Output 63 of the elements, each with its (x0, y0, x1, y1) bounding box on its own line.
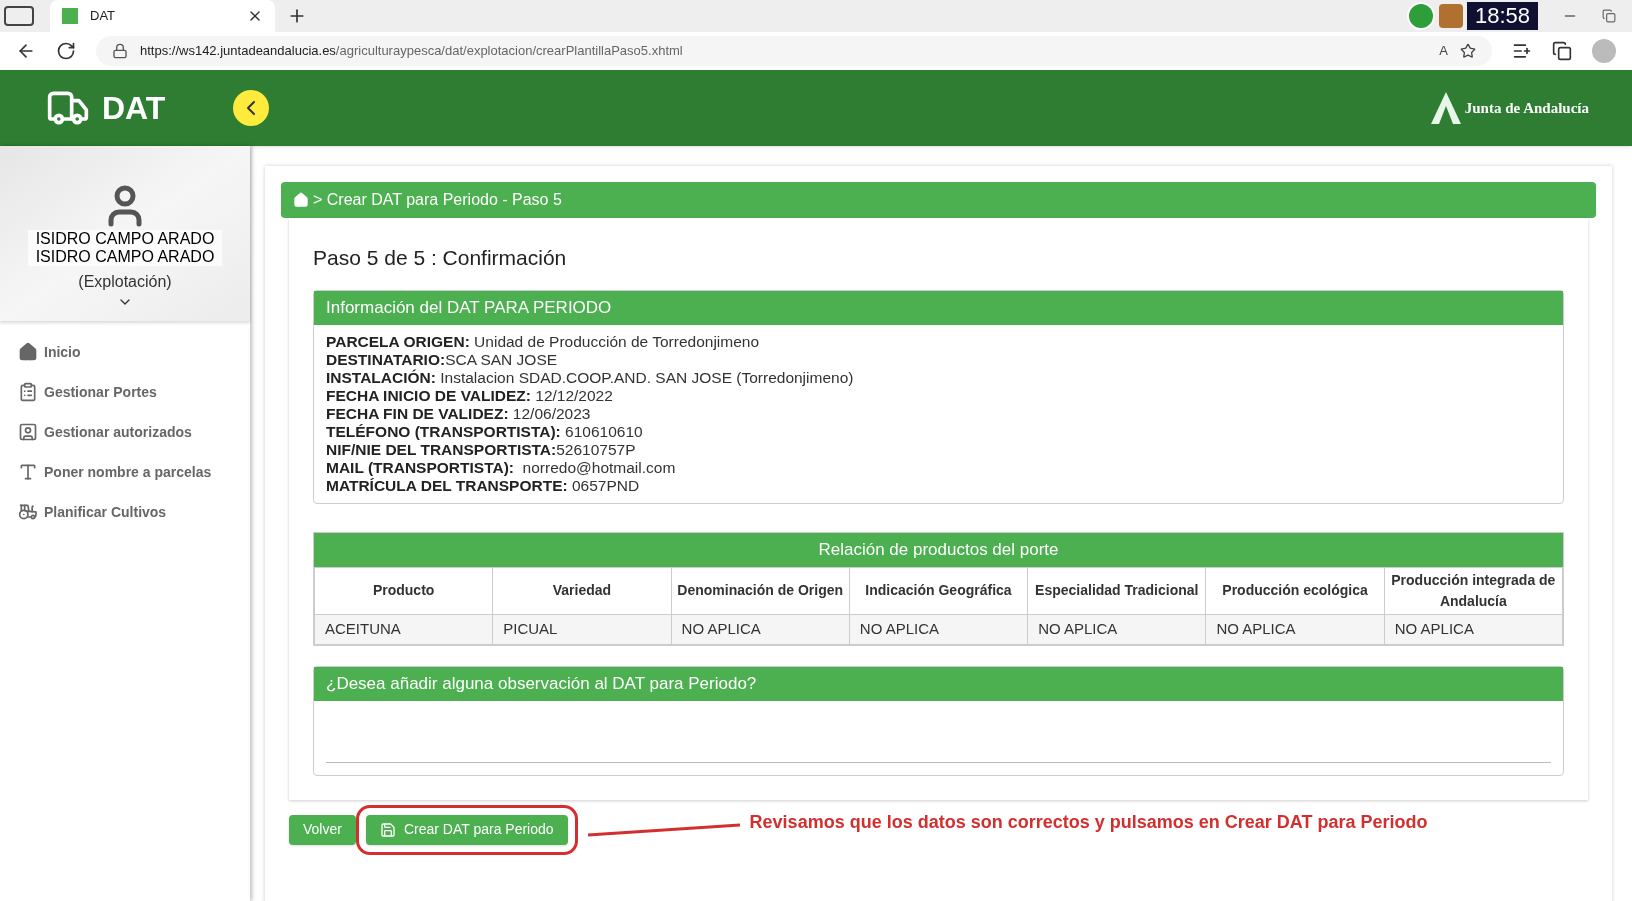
column-header: Producto (314, 567, 493, 614)
brand-name: Junta de Andalucía (1464, 98, 1589, 118)
browser-tab[interactable]: DAT (50, 0, 275, 32)
nav-item[interactable]: Poner nombre a parcelas (18, 461, 250, 483)
sidebar-toggle-icon[interactable] (4, 6, 34, 26)
table-cell: PICUAL (492, 614, 672, 644)
tractor-icon (18, 502, 38, 522)
app-name: DAT (102, 89, 166, 128)
nav-item[interactable]: Gestionar autorizados (18, 421, 250, 443)
info-line: INSTALACIÓN: Instalacion SDAD.COOP.AND. SAN JOSE (Torredonjimeno) (326, 368, 855, 387)
address-field[interactable]: https://ws142.juntadeandalucia.es/agriculturaypesca/dat/explotacion/crearPlantillaPaso5.xhtml A (96, 36, 1492, 66)
user-name: ISIDRO CAMPO ARADO (27, 230, 223, 248)
user-card-icon (18, 422, 38, 442)
url-text: https://ws142.juntadeandalucia.es/agriculturaypesca/dat/explotacion/crearPlantillaPaso5.xhtml (140, 42, 683, 61)
lock-icon (112, 43, 128, 59)
nav-item[interactable]: Planificar Cultivos (18, 501, 250, 523)
info-line: PARCELA ORIGEN: Unidad de Producción de Torredonjimeno (326, 332, 761, 351)
column-header: Denominación de Origen (671, 567, 850, 614)
nav-item[interactable]: Inicio (18, 341, 250, 363)
observation-input-field[interactable] (326, 760, 1551, 763)
panel-header: Relación de productos del porte (314, 532, 1563, 567)
brand-logo-icon (1430, 92, 1461, 124)
home-icon[interactable] (293, 192, 309, 208)
info-line: NIF/NIE DEL TRANSPORTISTA:52610757P (326, 440, 637, 459)
restore-icon[interactable] (1602, 9, 1616, 23)
favorites-icon[interactable] (1512, 41, 1532, 61)
info-line: FECHA INICIO DE VALIDEZ: 12/12/2022 (326, 386, 614, 405)
panel-header: ¿Desea añadir alguna observación al DAT para Periodo? (314, 666, 1563, 701)
info-line: FECHA FIN DE VALIDEZ: 12/06/2023 (326, 404, 592, 423)
home-icon (18, 342, 38, 362)
table-cell: NO APLICA (1205, 614, 1385, 644)
table-cell: ACEITUNA (314, 614, 493, 644)
favicon-icon (62, 8, 78, 24)
column-header: Variedad (492, 567, 672, 614)
collections-icon[interactable] (1552, 41, 1572, 61)
column-header: Producción integrada de Andalucía (1384, 567, 1563, 614)
info-line: DESTINATARIO:SCA SAN JOSE (326, 350, 559, 369)
info-line: MATRÍCULA DEL TRANSPORTE: 0657PND (326, 476, 641, 495)
table-cell: NO APLICA (1384, 614, 1563, 644)
clock-display: 18:58 (1466, 2, 1538, 30)
column-header: Especialidad Tradicional (1027, 567, 1206, 614)
read-aloud-icon[interactable]: A (1439, 41, 1448, 61)
tab-title: DAT (90, 7, 117, 26)
favorite-icon[interactable] (1460, 43, 1476, 59)
nav-item[interactable]: Gestionar Portes (18, 381, 250, 403)
info-line: MAIL (TRANSPORTISTA): norredo@hotmail.com (326, 458, 677, 476)
breadcrumb-text: > Crear DAT para Periodo - Paso 5 (313, 190, 562, 210)
column-header: Producción ecológica (1205, 567, 1385, 614)
annotation-text: Revisamos que los datos son correctos y pulsamos en Crear DAT para Periodo (749, 811, 1428, 834)
clipboard-icon (18, 382, 38, 402)
table-cell: NO APLICA (849, 614, 1028, 644)
table-cell: NO APLICA (671, 614, 850, 644)
user-name: ISIDRO CAMPO ARADO (27, 248, 223, 266)
save-icon (379, 821, 396, 838)
info-line: TELÉFONO (TRANSPORTISTA): 610610610 (326, 422, 644, 441)
user-role: (Explotación) (78, 272, 172, 292)
collapse-sidebar-button[interactable] (233, 90, 269, 126)
step-title: Paso 5 de 5 : Confirmación (313, 245, 568, 271)
panel-header: Información del DAT PARA PERIODO (314, 290, 1563, 325)
column-header: Indicación Geográfica (849, 567, 1028, 614)
reload-icon[interactable] (56, 41, 76, 61)
table-cell: NO APLICA (1027, 614, 1206, 644)
text-frame-icon (18, 462, 38, 482)
